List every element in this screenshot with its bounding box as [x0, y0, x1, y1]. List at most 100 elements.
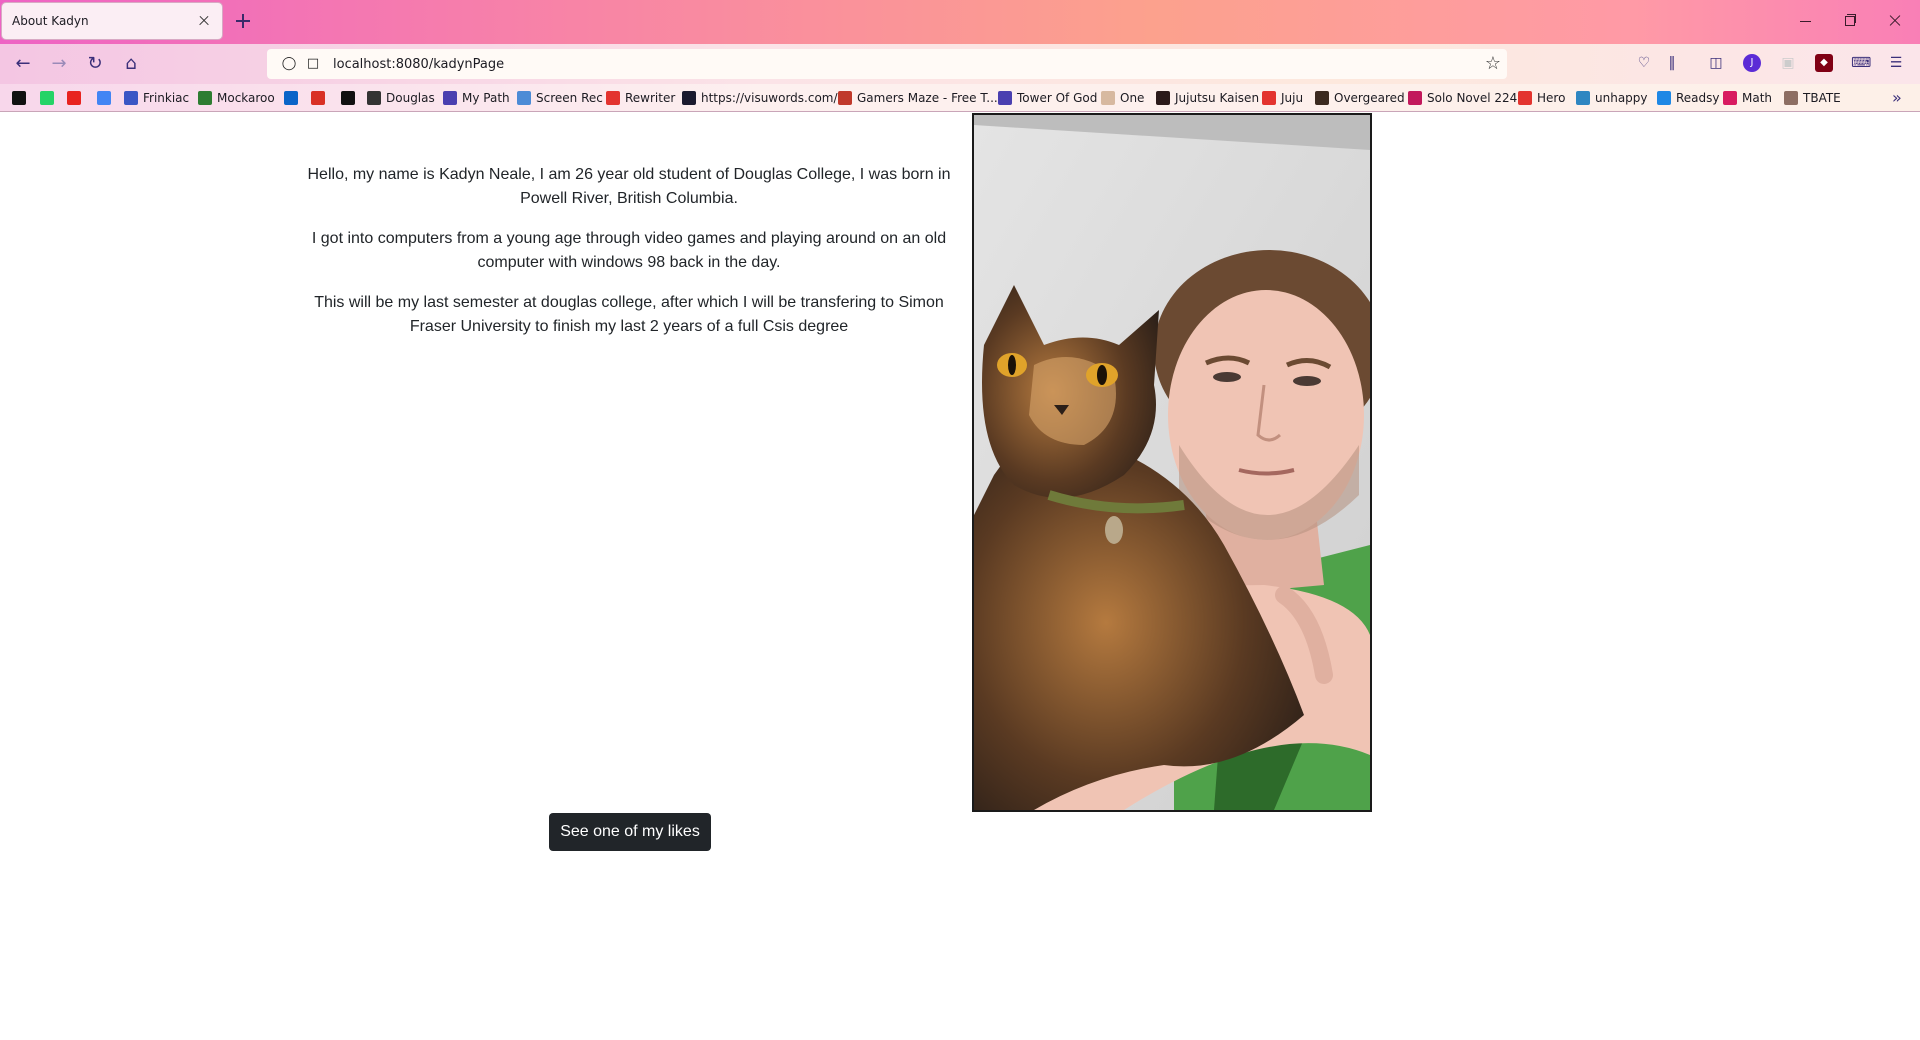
bookmark-favicon-icon	[12, 91, 26, 105]
bookmark-item[interactable]: https://visuwords.com/	[682, 90, 838, 106]
sidebar-icon[interactable]: ◫	[1707, 54, 1725, 72]
minimize-icon[interactable]	[1797, 12, 1815, 30]
close-tab-icon[interactable]	[196, 13, 212, 29]
bookmark-favicon-icon	[1101, 91, 1115, 105]
bookmark-item[interactable]: Gamers Maze - Free T...	[838, 90, 998, 106]
bookmark-item[interactable]: TBATE	[1784, 90, 1841, 106]
bookmark-item[interactable]	[341, 90, 360, 106]
bookmark-label: Math	[1742, 91, 1773, 105]
bookmark-star-icon[interactable]: ☆	[1485, 54, 1501, 74]
bookmark-item[interactable]: Juju	[1262, 90, 1303, 106]
window-close-icon[interactable]	[1886, 12, 1904, 30]
bookmark-favicon-icon	[97, 91, 111, 105]
tab-title: About Kadyn	[12, 14, 89, 28]
about-paragraph-3: This will be my last semester at douglas…	[314, 294, 944, 335]
bookmark-favicon-icon	[124, 91, 138, 105]
library-icon[interactable]: ‖	[1663, 54, 1681, 72]
bookmark-item[interactable]	[311, 90, 330, 106]
bookmark-item[interactable]: Solo Novel 224	[1408, 90, 1517, 106]
menu-icon[interactable]: ☰	[1887, 54, 1905, 72]
bookmark-item[interactable]	[67, 90, 86, 106]
bookmark-favicon-icon	[1315, 91, 1329, 105]
bookmark-favicon-icon	[606, 91, 620, 105]
bookmark-label: Solo Novel 224	[1427, 91, 1518, 105]
bookmark-favicon-icon	[198, 91, 212, 105]
profile-photo	[972, 113, 1372, 812]
bookmark-item[interactable]: unhappy	[1576, 90, 1648, 106]
bookmark-item[interactable]: One	[1101, 90, 1144, 106]
bookmark-item[interactable]: Douglas	[367, 90, 435, 106]
see-likes-button[interactable]: See one of my likes	[549, 813, 711, 851]
bookmark-favicon-icon	[1723, 91, 1737, 105]
bookmark-item[interactable]: Math	[1723, 90, 1772, 106]
url-text[interactable]: localhost:8080/kadynPage	[333, 57, 504, 72]
bookmark-favicon-icon	[1156, 91, 1170, 105]
bookmark-label: Readsy	[1676, 91, 1720, 105]
bookmark-favicon-icon	[367, 91, 381, 105]
bookmark-favicon-icon	[1518, 91, 1532, 105]
bookmark-item[interactable]	[284, 90, 303, 106]
bookmark-favicon-icon	[1576, 91, 1590, 105]
about-paragraph-2: I got into computers from a young age th…	[311, 230, 947, 271]
bookmark-label: My Path	[462, 91, 510, 105]
address-bar[interactable]: ◯ □ localhost:8080/kadynPage ☆	[267, 49, 1507, 79]
bookmark-favicon-icon	[443, 91, 457, 105]
extension-icon[interactable]: ▣	[1779, 54, 1797, 72]
bookmark-label: https://visuwords.com/	[701, 91, 838, 105]
bookmark-label: unhappy	[1595, 91, 1648, 105]
back-icon[interactable]: ←	[13, 54, 33, 74]
bookmark-favicon-icon	[517, 91, 531, 105]
bookmark-label: Rewriter	[625, 91, 676, 105]
bookmarks-toolbar: Frinkiac Mockaroo Douglas My Path Screen Rec…	[0, 84, 1920, 112]
new-tab-icon[interactable]	[236, 12, 254, 30]
tab-about-kadyn[interactable]: About Kadyn	[1, 2, 223, 40]
tab-strip: About Kadyn	[0, 0, 1920, 44]
bookmark-item[interactable]	[97, 90, 116, 106]
chevron-more-icon[interactable]: »	[1892, 88, 1902, 107]
forward-icon[interactable]: →	[49, 54, 69, 74]
bookmark-label: Tower Of God	[1017, 91, 1098, 105]
bookmark-favicon-icon	[1408, 91, 1422, 105]
bookmark-label: Jujutsu Kaisen	[1175, 91, 1260, 105]
account-avatar[interactable]: J	[1743, 54, 1761, 72]
bookmark-favicon-icon	[838, 91, 852, 105]
restore-icon[interactable]	[1841, 12, 1859, 30]
bookmark-label: One	[1120, 91, 1145, 105]
bookmark-label: Douglas	[386, 91, 435, 105]
about-paragraph-1: Hello, my name is Kadyn Neale, I am 26 y…	[307, 166, 951, 207]
bookmark-label: Overgeared	[1334, 91, 1405, 105]
bookmark-item[interactable]: My Path	[443, 90, 510, 106]
bookmark-item[interactable]: Tower Of God	[998, 90, 1097, 106]
bookmark-label: Frinkiac	[143, 91, 190, 105]
bookmark-favicon-icon	[1784, 91, 1798, 105]
bookmark-favicon-icon	[1657, 91, 1671, 105]
reload-icon[interactable]: ↻	[85, 54, 105, 74]
pocket-icon[interactable]: ♡	[1635, 54, 1653, 72]
language-tool-icon[interactable]: ⌨	[1851, 54, 1871, 72]
page-icon: □	[306, 56, 320, 71]
bookmark-item[interactable]: Frinkiac	[124, 90, 189, 106]
about-section: Hello, my name is Kadyn Neale, I am 26 y…	[304, 163, 954, 355]
bookmark-item[interactable]	[40, 90, 59, 106]
bookmark-label: Hero	[1537, 91, 1566, 105]
shield-icon[interactable]: ◯	[281, 56, 297, 72]
bookmark-item[interactable]: Jujutsu Kaisen	[1156, 90, 1259, 106]
bookmark-favicon-icon	[341, 91, 355, 105]
bookmark-item[interactable]: Mockaroo	[198, 90, 275, 106]
bookmark-favicon-icon	[311, 91, 325, 105]
page-content: Hello, my name is Kadyn Neale, I am 26 y…	[0, 113, 1920, 1040]
bookmark-item[interactable]: Rewriter	[606, 90, 675, 106]
bookmark-label: Juju	[1281, 91, 1304, 105]
bookmark-item[interactable]	[12, 90, 31, 106]
bookmark-favicon-icon	[40, 91, 54, 105]
bookmark-item[interactable]: Overgeared	[1315, 90, 1405, 106]
bookmark-item[interactable]: Hero	[1518, 90, 1565, 106]
ublock-icon[interactable]: ◆	[1815, 54, 1833, 72]
bookmark-label: Mockaroo	[217, 91, 275, 105]
bookmark-label: Gamers Maze - Free T...	[857, 91, 998, 105]
home-icon[interactable]: ⌂	[121, 54, 141, 74]
bookmark-item[interactable]: Screen Rec	[517, 90, 603, 106]
bookmark-item[interactable]: Readsy	[1657, 90, 1720, 106]
photo-illustration	[974, 115, 1370, 810]
bookmark-favicon-icon	[1262, 91, 1276, 105]
